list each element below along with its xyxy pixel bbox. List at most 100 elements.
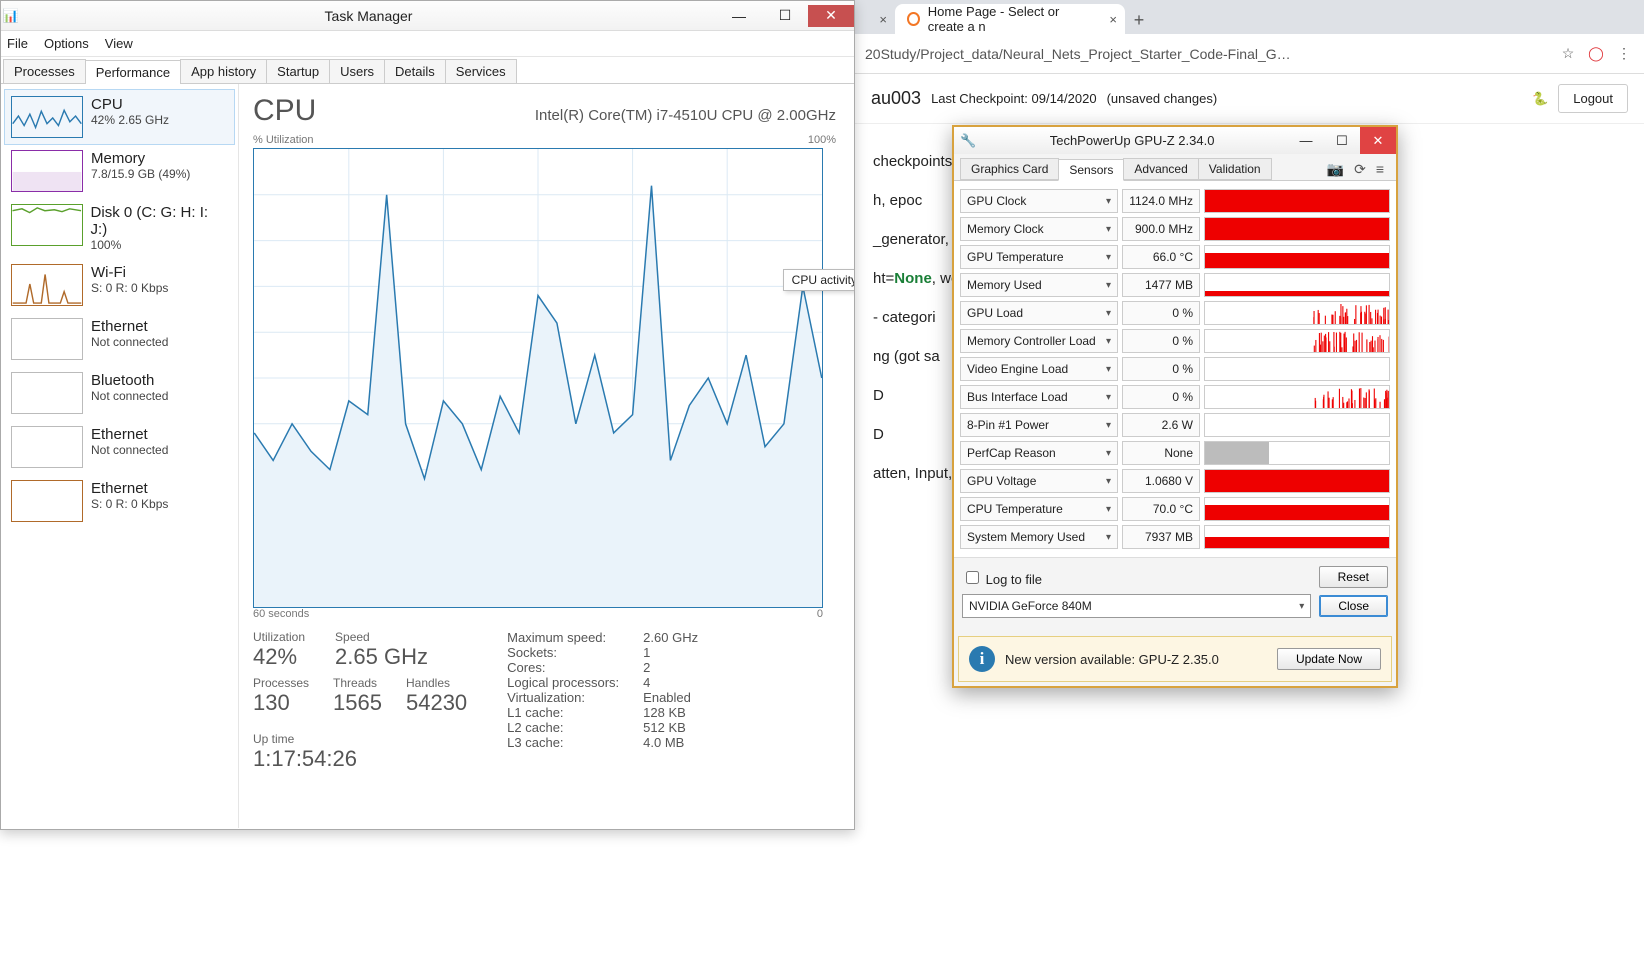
new-tab-button[interactable]: + — [1125, 6, 1153, 34]
sensor-chart[interactable] — [1204, 217, 1390, 241]
sensor-chart[interactable] — [1204, 413, 1390, 437]
tab-services[interactable]: Services — [445, 59, 517, 83]
menu-icon[interactable]: ≡ — [1376, 161, 1384, 178]
maximize-button[interactable]: ☐ — [762, 5, 808, 27]
unsaved-label: (unsaved changes) — [1107, 91, 1218, 106]
gz-tab-advanced[interactable]: Advanced — [1123, 158, 1198, 180]
reset-button[interactable]: Reset — [1319, 566, 1388, 588]
detail-key: Logical processors: — [507, 675, 643, 690]
handles-value: 54230 — [406, 690, 467, 716]
sidebar-thumb — [11, 204, 83, 246]
sidebar-thumb — [11, 318, 83, 360]
sidebar-item-disk[interactable]: Disk 0 (C: G: H: I: J:)100% — [5, 198, 234, 258]
sidebar-item-ethernet[interactable]: EthernetS: 0 R: 0 Kbps — [5, 474, 234, 528]
log-to-file-checkbox[interactable]: Log to file — [962, 568, 1042, 587]
tab-startup[interactable]: Startup — [266, 59, 330, 83]
close-button-footer[interactable]: Close — [1319, 595, 1388, 617]
browser-tab-1[interactable]: × — [855, 4, 895, 34]
sensor-chart[interactable] — [1204, 441, 1390, 465]
update-notification: i New version available: GPU-Z 2.35.0 Up… — [958, 636, 1392, 682]
gz-tab-graphics-card[interactable]: Graphics Card — [960, 158, 1059, 180]
detail-key: L2 cache: — [507, 720, 643, 735]
processes-label: Processes — [253, 676, 309, 690]
sensor-name-dropdown[interactable]: Memory Controller Load — [960, 329, 1118, 353]
window-title: Task Manager — [21, 8, 716, 24]
sensor-row: Memory Used1477 MB — [960, 271, 1390, 299]
tab-users[interactable]: Users — [329, 59, 385, 83]
sensor-chart[interactable] — [1204, 273, 1390, 297]
close-button[interactable]: ✕ — [1360, 127, 1396, 154]
sensor-name-dropdown[interactable]: Video Engine Load — [960, 357, 1118, 381]
sensor-name-dropdown[interactable]: System Memory Used — [960, 525, 1118, 549]
sensor-value: 7937 MB — [1122, 525, 1200, 549]
sensor-name-dropdown[interactable]: PerfCap Reason — [960, 441, 1118, 465]
utilization-label: Utilization — [253, 630, 305, 644]
sensor-row: GPU Clock1124.0 MHz — [960, 187, 1390, 215]
sensor-name-dropdown[interactable]: Memory Used — [960, 273, 1118, 297]
sensor-chart[interactable] — [1204, 525, 1390, 549]
star-icon[interactable]: ☆ — [1558, 45, 1578, 62]
sensor-value: 1477 MB — [1122, 273, 1200, 297]
refresh-icon[interactable]: ⟳ — [1354, 161, 1366, 178]
menu-options[interactable]: Options — [44, 36, 89, 51]
sensor-name-dropdown[interactable]: Bus Interface Load — [960, 385, 1118, 409]
sensor-chart[interactable] — [1204, 357, 1390, 381]
tab-app-history[interactable]: App history — [180, 59, 267, 83]
sensor-chart[interactable] — [1204, 469, 1390, 493]
notebook-name[interactable]: au003 — [871, 88, 921, 109]
sensor-chart[interactable] — [1204, 245, 1390, 269]
extension-icon[interactable]: ◯ — [1586, 45, 1606, 62]
cpu-graph[interactable]: CPU activity — [253, 148, 823, 608]
sidebar-item-cpu[interactable]: CPU42% 2.65 GHz — [5, 90, 234, 144]
speed-value: 2.65 GHz — [335, 644, 428, 670]
sensor-name-dropdown[interactable]: GPU Load — [960, 301, 1118, 325]
gpu-select[interactable]: NVIDIA GeForce 840M — [962, 594, 1311, 618]
browser-menu-icon[interactable]: ⋮ — [1614, 45, 1634, 62]
gz-tab-validation[interactable]: Validation — [1198, 158, 1272, 180]
sensor-chart[interactable] — [1204, 497, 1390, 521]
tab-processes[interactable]: Processes — [3, 59, 86, 83]
sensor-chart[interactable] — [1204, 329, 1390, 353]
close-tab-icon[interactable]: × — [1109, 12, 1117, 27]
logout-button[interactable]: Logout — [1558, 84, 1628, 113]
sensor-chart[interactable] — [1204, 301, 1390, 325]
menu-view[interactable]: View — [105, 36, 133, 51]
maximize-button[interactable]: ☐ — [1324, 127, 1360, 154]
sensor-name-dropdown[interactable]: GPU Voltage — [960, 469, 1118, 493]
sidebar-item-title: CPU — [91, 96, 169, 113]
camera-icon[interactable]: 📷 — [1327, 161, 1344, 178]
browser-tabstrip: × Home Page - Select or create a n × + — [855, 0, 1644, 34]
sensor-name-dropdown[interactable]: GPU Clock — [960, 189, 1118, 213]
browser-tab-2[interactable]: Home Page - Select or create a n × — [895, 4, 1125, 34]
detail-val: 4.0 MB — [643, 735, 684, 750]
sensor-name-dropdown[interactable]: 8-Pin #1 Power — [960, 413, 1118, 437]
sidebar-thumb — [11, 150, 83, 192]
close-tab-icon[interactable]: × — [879, 12, 887, 27]
sensor-chart[interactable] — [1204, 189, 1390, 213]
minimize-button[interactable]: — — [716, 5, 762, 27]
tab-performance[interactable]: Performance — [85, 60, 181, 84]
sidebar-item-title: Disk 0 (C: G: H: I: J:) — [91, 204, 228, 238]
sidebar-item-wi-fi[interactable]: Wi-FiS: 0 R: 0 Kbps — [5, 258, 234, 312]
sidebar-item-title: Bluetooth — [91, 372, 168, 389]
detail-val: 1 — [643, 645, 650, 660]
menu-file[interactable]: File — [7, 36, 28, 51]
sensor-chart[interactable] — [1204, 385, 1390, 409]
detail-val: 2 — [643, 660, 650, 675]
tab-details[interactable]: Details — [384, 59, 446, 83]
graph-ylabel: % Utilization — [253, 134, 314, 146]
sidebar-item-bluetooth[interactable]: BluetoothNot connected — [5, 366, 234, 420]
browser-addressbar[interactable]: 20Study/Project_data/Neural_Nets_Project… — [855, 34, 1644, 74]
tab-bar: ProcessesPerformanceApp historyStartupUs… — [1, 57, 854, 84]
detail-key: L1 cache: — [507, 705, 643, 720]
sensor-name-dropdown[interactable]: Memory Clock — [960, 217, 1118, 241]
sidebar-item-ethernet[interactable]: EthernetNot connected — [5, 420, 234, 474]
minimize-button[interactable]: — — [1288, 127, 1324, 154]
update-now-button[interactable]: Update Now — [1277, 648, 1381, 670]
sensor-name-dropdown[interactable]: GPU Temperature — [960, 245, 1118, 269]
sensor-name-dropdown[interactable]: CPU Temperature — [960, 497, 1118, 521]
close-button[interactable]: ✕ — [808, 5, 854, 27]
sidebar-item-ethernet[interactable]: EthernetNot connected — [5, 312, 234, 366]
sidebar-item-memory[interactable]: Memory7.8/15.9 GB (49%) — [5, 144, 234, 198]
gz-tab-sensors[interactable]: Sensors — [1058, 159, 1124, 181]
